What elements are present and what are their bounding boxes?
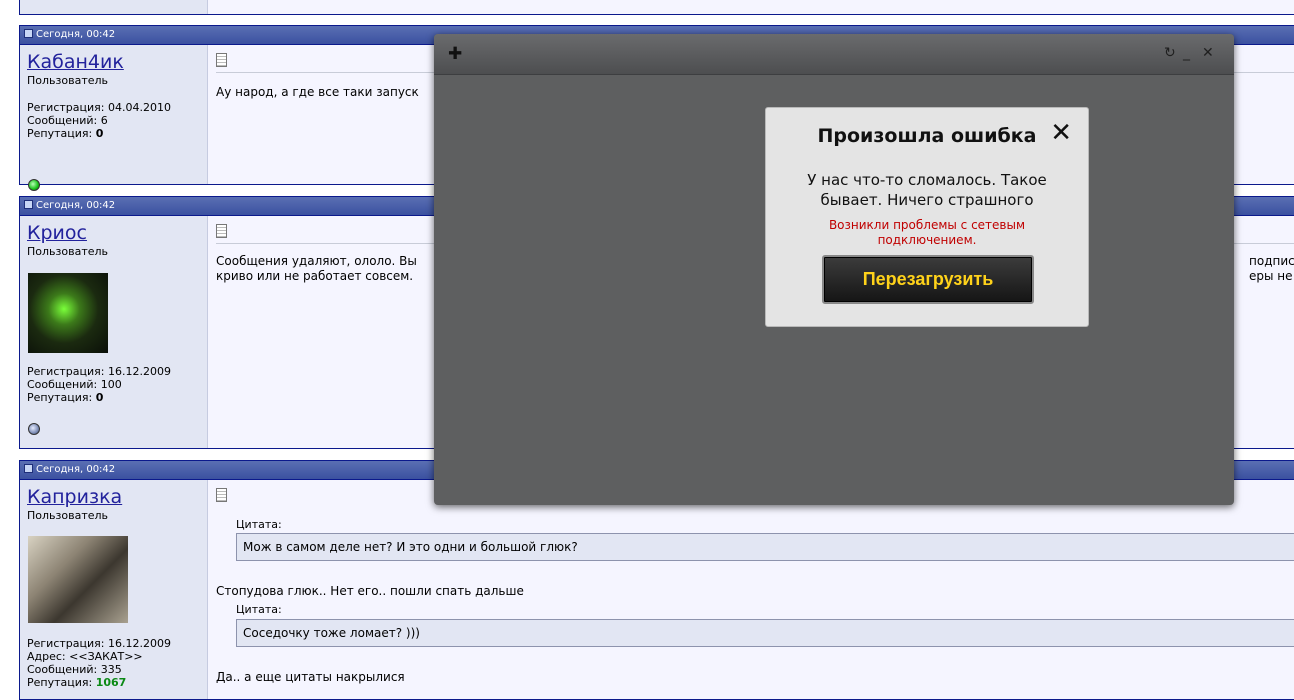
quote-label: Цитата:: [236, 518, 282, 531]
post-page-icon: [216, 488, 227, 502]
rep-value: 0: [95, 391, 104, 404]
user-posts: Сообщений: 335: [27, 663, 122, 676]
user-avatar: [28, 536, 128, 623]
user-info-panel: [20, 0, 208, 14]
user-info-panel: Криос Пользователь Регистрация: 16.12.20…: [20, 216, 208, 448]
close-window-icon[interactable]: ✕: [1202, 45, 1214, 61]
post-icon: [24, 200, 33, 209]
minimize-icon[interactable]: _: [1183, 45, 1190, 61]
post-text: Стопудова глюк.. Нет его.. пошли спать д…: [216, 584, 524, 598]
user-posts: Сообщений: 6: [27, 114, 200, 127]
user-registration: Регистрация: 04.04.2010: [27, 101, 200, 114]
user-role: Пользователь: [27, 74, 109, 87]
rep-value: 1067: [95, 676, 127, 689]
quote-box: Соседочку тоже ломает? ))): [236, 619, 1294, 647]
user-posts: Сообщений: 100: [27, 378, 122, 391]
post-date: Сегодня, 00:42: [36, 464, 116, 475]
post-content: Цитата: Мож в самом деле нет? И это одни…: [216, 480, 1294, 699]
user-info-panel: Капризка Пользователь Регистрация: 16.12…: [20, 480, 208, 699]
user-info-panel: Кабан4ик Пользователь Регистрация: 04.04…: [20, 45, 208, 191]
addr-label: Адрес:: [27, 650, 66, 663]
rep-label: Репутация:: [27, 391, 93, 404]
post-text: Сообщения удаляют, ололо. Вы: [216, 254, 417, 268]
post-page-icon: [216, 53, 227, 67]
post-partial: [19, 0, 1294, 15]
online-status-icon: [28, 179, 40, 191]
dialog-error-text: Возникли проблемы с сетевым подключением…: [828, 218, 1026, 247]
post-icon: [24, 29, 33, 38]
user-registration: Регистрация: 16.12.2009: [27, 637, 171, 650]
dialog-message: У нас что-то сломалось. Такое бывает. Ни…: [807, 171, 1047, 209]
overlay-window: ✚ ↻ _ ✕ Произошла ошибка ✕ У нас что-то …: [434, 34, 1234, 505]
username-link[interactable]: Капризка: [27, 486, 200, 508]
reg-label: Регистрация:: [27, 101, 105, 114]
posts-count: 335: [100, 663, 122, 676]
reload-icon[interactable]: ↻: [1164, 45, 1176, 61]
reg-label: Регистрация:: [27, 637, 105, 650]
post-text: Ау народ, а где все таки запуск: [216, 85, 419, 99]
posts-label: Сообщений:: [27, 663, 98, 676]
user-role: Пользователь: [27, 245, 109, 258]
post-text: Да.. а еще цитаты накрылися: [216, 670, 405, 684]
addr-value: <<ЗАКАТ>>: [69, 650, 143, 663]
user-reputation: Репутация: 1067: [27, 676, 126, 689]
post-icon: [24, 464, 33, 473]
rep-label: Репутация:: [27, 127, 93, 140]
post-date: Сегодня, 00:42: [36, 200, 116, 211]
reload-button[interactable]: Перезагрузить: [822, 255, 1034, 304]
user-address: Адрес: <<ЗАКАТ>>: [27, 650, 143, 663]
posts-label: Сообщений:: [27, 114, 98, 127]
post-text-fragment: еры не за: [1249, 269, 1294, 283]
username-link[interactable]: Кабан4ик: [27, 51, 200, 73]
dialog-title: Произошла ошибка: [817, 125, 1037, 147]
rep-value: 0: [95, 127, 104, 140]
post-page-icon: [216, 224, 227, 238]
close-dialog-icon[interactable]: ✕: [1050, 120, 1072, 146]
user-registration: Регистрация: 16.12.2009: [27, 365, 171, 378]
user-reputation: Репутация: 0: [27, 127, 200, 140]
quote-label: Цитата:: [236, 603, 282, 616]
puzzle-logo-icon: ✚: [448, 44, 463, 64]
posts-count: 100: [100, 378, 122, 391]
quote-box: Мож в самом деле нет? И это одни и больш…: [236, 533, 1294, 561]
error-dialog: Произошла ошибка ✕ У нас что-то сломалос…: [765, 107, 1089, 327]
reg-date: 04.04.2010: [107, 101, 171, 114]
reg-label: Регистрация:: [27, 365, 105, 378]
rep-label: Репутация:: [27, 676, 93, 689]
posts-label: Сообщений:: [27, 378, 98, 391]
post-text: криво или не работает совсем.: [216, 269, 414, 283]
offline-status-icon: [28, 423, 40, 435]
username-link[interactable]: Криос: [27, 222, 200, 244]
post-text-fragment: подписка: [1249, 254, 1294, 268]
reg-date: 16.12.2009: [107, 637, 171, 650]
reg-date: 16.12.2009: [107, 365, 171, 378]
posts-count: 6: [100, 114, 108, 127]
user-avatar: [28, 273, 108, 353]
user-reputation: Репутация: 0: [27, 391, 103, 404]
window-titlebar[interactable]: ✚ ↻ _ ✕: [434, 34, 1234, 75]
post-date: Сегодня, 00:42: [36, 29, 116, 40]
user-role: Пользователь: [27, 509, 109, 522]
